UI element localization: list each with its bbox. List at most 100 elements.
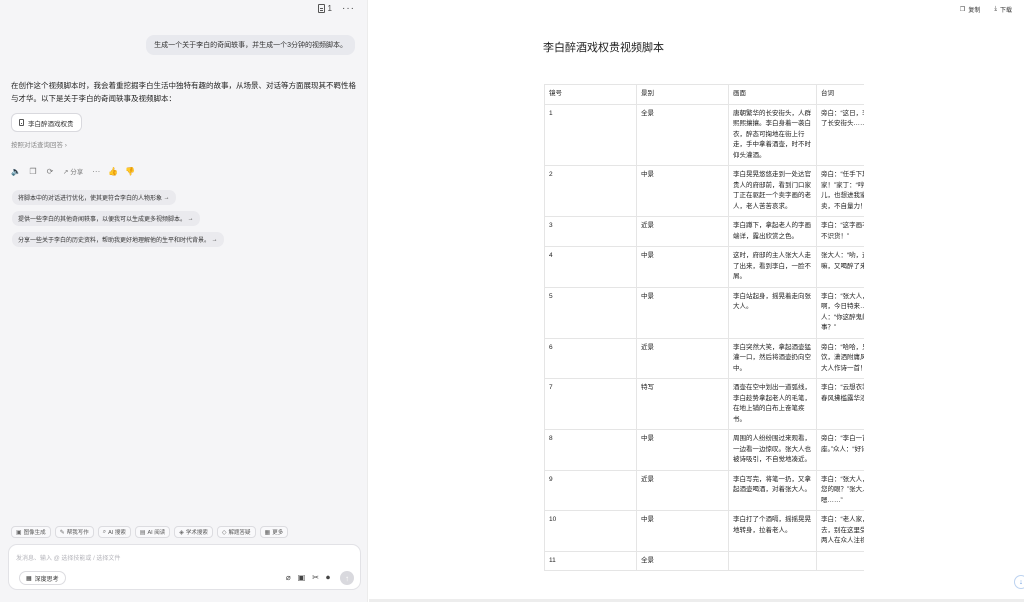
speaker-icon[interactable]: 🔈 [11, 167, 21, 176]
cell-scene: 李白蹲下，拿起老人的字画端详，露出欣赏之色。 [728, 216, 817, 247]
cell-scene: 唐朝繁华的长安街头，人群熙熙攘攘。李白身着一袭白衣，醉态可掬地在街上行走，手中拿… [728, 103, 817, 166]
send-button[interactable]: ↑ [340, 571, 354, 585]
cell-dialogue [816, 550, 864, 571]
tool-writing[interactable]: ✎ 帮我写作 [54, 526, 94, 538]
tool-label: AI 阅读 [147, 530, 166, 536]
cell-shot-number: 1 [544, 103, 637, 166]
cell-shot-size: 中景 [636, 429, 729, 471]
document-title: 李白醉酒戏权贵视频脚本 [543, 42, 664, 54]
suggestion-2[interactable]: 提供一些李白的其他奇闻轶事，以便我可以生成更多视频脚本。 → [12, 211, 200, 226]
script-table-container[interactable]: 镜号 景别 画面 台词 1 全景 唐朝繁华的长安街头，人群熙熙攘攘。李白身着一袭白衣… [544, 84, 864, 602]
tool-ai-reading[interactable]: ▤ AI 阅读 [134, 526, 171, 538]
table-row: 11 全景 [544, 550, 864, 571]
header-dialogue: 台词 [816, 84, 864, 105]
cell-dialogue: 旁白：“李白一首诗惊四座。”众人：“好诗！好诗！” [816, 429, 864, 471]
scroll-down-button[interactable]: ↓ [1014, 575, 1024, 589]
cell-scene: 酒壶在空中划出一道弧线，李白趁势拿起老人的毛笔，在地上铺的白布上奋笔疾书。 [728, 378, 817, 430]
suggestion-3[interactable]: 分享一些关于李白的历史资料，帮助我更好地理解他的生平和时代背景。 → [12, 232, 224, 247]
trace-link[interactable]: 按照对话查询回答 › [11, 139, 67, 149]
share-label: 分享 [70, 169, 84, 176]
download-icon: ⤓ [994, 6, 997, 12]
suggestion-3-label: 分享一些关于李白的历史资料，帮助我更好地理解他的生平和时代背景。 [18, 238, 211, 244]
ai-response-text: 在创作这个视频脚本时，我会着重挖掘李白生活中独特有趣的故事，从场景、对话等方面展… [11, 81, 356, 103]
cell-shot-number: 5 [544, 286, 637, 339]
share-button[interactable]: ↗ 分享 [63, 166, 83, 176]
academic-icon: ◈ [179, 529, 184, 536]
cell-shot-size: 全景 [636, 550, 729, 571]
tool-label: 学术搜索 [185, 530, 208, 536]
suggestion-2-label: 提供一些李白的其他奇闻轶事，以便我可以生成更多视频脚本。 [18, 217, 187, 223]
table-row: 3近景李白蹲下，拿起老人的字画端详，露出欣赏之色。李白：“这字画不错，你们不识货… [544, 216, 864, 247]
cell-shot-number: 8 [544, 429, 637, 471]
regenerate-icon[interactable]: ⟳ [46, 167, 54, 176]
document-toolbar: ❐ 复制 ⤓ 下载 [960, 5, 1012, 14]
pen-icon: ✎ [59, 529, 65, 536]
tool-image-generation[interactable]: ▣ 图像生成 [11, 526, 51, 538]
cell-shot-size: 中景 [636, 510, 729, 552]
tool-label: 图像生成 [23, 530, 46, 536]
tool-more[interactable]: ▦ 更多 [259, 526, 289, 538]
cell-shot-size: 近景 [636, 337, 729, 379]
tool-label: 帮我写作 [66, 530, 89, 536]
message-input-box[interactable]: 发消息、输入 @ 选择技能或 / 选择文件 ▦ 深度思考 ⌀ ▣ ✂ ⏺ ↑ [8, 544, 361, 590]
suggestion-1-label: 将脚本中的对话进行优化，使其更符合李白的人物形象 [18, 196, 163, 202]
cell-dialogue: 张大人：“哟，这不是李白嘛，又喝醉了来这撒野？” [816, 246, 864, 288]
copy-button[interactable]: ❐ 复制 [960, 5, 980, 14]
cell-shot-number: 3 [544, 216, 637, 247]
cell-shot-size: 全景 [636, 103, 729, 166]
arrow-up-icon: ↑ [345, 573, 349, 583]
message-input-placeholder[interactable]: 发消息、输入 @ 选择技能或 / 选择文件 [16, 553, 120, 562]
cell-scene: 李白晃晃悠悠走到一处达官贵人的府邸前，看到门口家丁正在驱赶一个卖字画的老人，老人… [728, 165, 817, 217]
thumbs-up-icon[interactable]: 👍 [108, 167, 118, 176]
arrow-down-icon: ↓ [1019, 578, 1023, 586]
table-row: 5中景李白站起身，摇晃着走向张大人。李白：“张大人，非也非也啊，今日特来……”张… [544, 286, 864, 339]
more-options-icon[interactable]: ··· [342, 3, 355, 13]
document-chip-label: 李白醉酒戏权贵 [28, 120, 74, 128]
cell-shot-size: 特写 [636, 378, 729, 430]
download-button[interactable]: ⤓ 下载 [994, 5, 1012, 14]
cell-scene: 这时，府邸的主人张大人走了出来，看到李白，一脸不屑。 [728, 246, 817, 288]
image-icon: ▣ [16, 529, 22, 536]
input-tools: ⌀ ▣ ✂ ⏺ [286, 573, 330, 583]
scissors-icon[interactable]: ✂ [312, 573, 319, 583]
cell-shot-number: 2 [544, 165, 637, 217]
copy-icon: ❐ [959, 7, 966, 13]
cell-scene: 李白打了个酒嗝，摇摇晃晃地转身，拉着老人。 [728, 510, 817, 552]
documents-button[interactable]: 1 [317, 4, 332, 13]
table-header-row: 镜号 景别 画面 台词 [544, 84, 864, 105]
deep-think-label: 深度思考 [34, 576, 59, 583]
tool-ai-search[interactable]: ⌕ AI 搜索 [97, 526, 131, 538]
cell-shot-number: 7 [544, 378, 637, 430]
table-row: 9近景李白写完，将笔一扔，又拿起酒壶喝酒，对着张大人。李白：“张大人，可入得了您… [544, 469, 864, 511]
cell-shot-number: 4 [544, 246, 637, 288]
cell-scene: 周围的人纷纷围过来观看，一边看一边惊叹。张大人也被诗吸引，不自觉地凑近。 [728, 429, 817, 471]
download-label: 下载 [999, 8, 1012, 14]
attachment-icon[interactable]: ⌀ [286, 573, 291, 583]
copy-icon[interactable]: ❐ [29, 167, 37, 176]
cell-dialogue: 李白：“张大人，可入得了您的眼？”张大人：“这……嗯……” [816, 469, 864, 511]
table-row: 4中景这时，府邸的主人张大人走了出来，看到李白，一脸不屑。张大人：“哟，这不是李… [544, 246, 864, 288]
search-icon: ⌕ [102, 528, 107, 535]
tool-academic-search[interactable]: ◈ 学术搜索 [174, 526, 213, 538]
cell-shot-number: 11 [544, 550, 637, 571]
document-icon [19, 119, 24, 126]
tool-label: AI 搜索 [108, 530, 126, 536]
cell-scene [728, 550, 817, 571]
deep-think-toggle[interactable]: ▦ 深度思考 [19, 571, 66, 585]
tools-bar: ▣ 图像生成 ✎ 帮我写作 ⌕ AI 搜索 ▤ AI 阅读 ◈ 学术搜索 ◇ 解题答疑 ▦ 更… [11, 526, 289, 538]
cell-shot-size: 中景 [636, 286, 729, 339]
document-count: 1 [327, 4, 332, 13]
table-row: 7 特写 酒壶在空中划出一道弧线，李白趁势拿起老人的毛笔，在地上铺的白布上奋笔疾书。… [544, 378, 864, 430]
more-icon[interactable]: ··· [92, 167, 100, 176]
suggestion-1[interactable]: 将脚本中的对话进行优化，使其更符合李白的人物形象 → [12, 190, 176, 205]
chat-panel: 1 ··· 生成一个关于李白的奇闻轶事，并生成一个3分钟的视频脚本。 在创作这个… [0, 0, 368, 602]
header-shot-size: 景别 [636, 84, 729, 105]
header-shot-number: 镜号 [544, 84, 637, 105]
document-chip[interactable]: 李白醉酒戏权贵 [11, 113, 82, 132]
thumbs-down-icon[interactable]: 👎 [125, 167, 135, 176]
microphone-icon[interactable]: ⏺ [326, 573, 330, 583]
copy-label: 复制 [968, 8, 981, 14]
table-row: 1 全景 唐朝繁华的长安街头，人群熙熙攘攘。李白身着一袭白衣，醉态可掬地在街上行走，… [544, 103, 864, 166]
image-upload-icon[interactable]: ▣ [298, 573, 306, 583]
tool-problem-solving[interactable]: ◇ 解题答疑 [216, 526, 256, 538]
